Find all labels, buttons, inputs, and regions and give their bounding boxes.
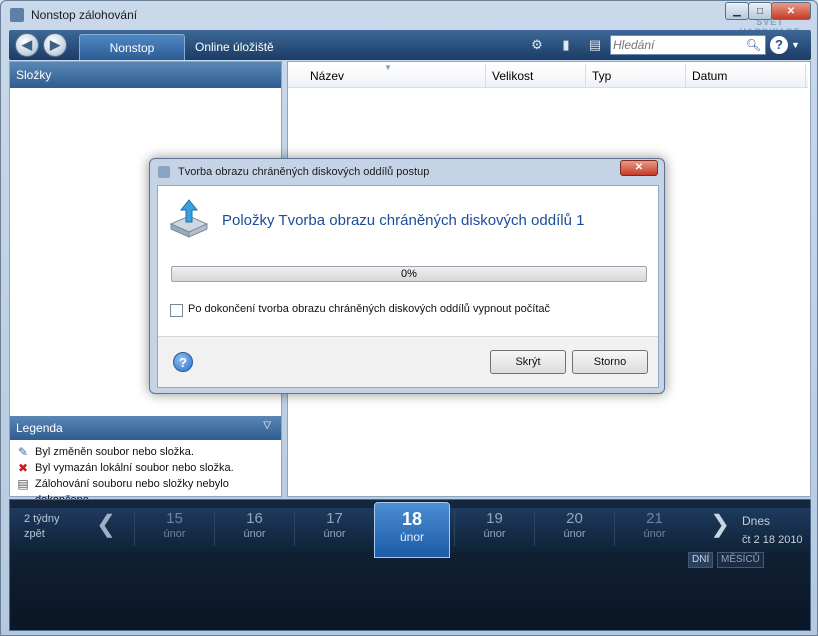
column-type[interactable]: Typ xyxy=(586,64,686,88)
cancel-button[interactable]: Storno xyxy=(572,350,648,374)
search-box[interactable]: 🔍︎ xyxy=(610,35,766,55)
timeline-prev-line1: 2 týdny xyxy=(24,513,60,525)
day-month: únor xyxy=(399,530,425,544)
tab-nonstop-backup[interactable]: Nonstop zálohování xyxy=(79,34,185,81)
timeline-day[interactable]: 15 únor xyxy=(134,510,214,546)
day-number: 21 xyxy=(646,510,663,527)
legend-title: Legenda xyxy=(16,421,63,435)
tools-icon[interactable]: ▤ xyxy=(586,36,604,54)
timeline: 2 týdny zpět ❮ 15 únor 16 únor 17 únor 1… xyxy=(9,499,811,631)
dialog-body: Položky Tvorba obrazu chráněných diskový… xyxy=(157,185,659,388)
progress-bar: 0% xyxy=(171,266,647,282)
legend-item: ▤ Zálohování souboru nebo složky nebylo … xyxy=(10,476,281,506)
timeline-day[interactable]: 21 únor xyxy=(614,510,694,546)
window-title: Nonstop zálohování xyxy=(31,8,138,22)
help-icon[interactable]: ? xyxy=(173,352,193,372)
legend-item: ✎ Byl změněn soubor nebo složka. xyxy=(10,444,281,460)
progress-text: 0% xyxy=(401,268,417,280)
day-month: únor xyxy=(243,528,266,540)
column-name[interactable]: ▼ Název xyxy=(288,63,486,88)
red-x-icon: ✖ xyxy=(17,461,29,475)
dialog-footer: ? Skrýt Storno xyxy=(158,336,658,387)
tab-online-storage[interactable]: Online úložiště xyxy=(191,34,278,60)
dialog-title: Tvorba obrazu chráněných diskových oddíl… xyxy=(178,166,430,178)
timeline-two-weeks-back[interactable]: 2 týdny zpět xyxy=(24,512,59,542)
app-window: Nonstop zálohování SVĚT HARDWARE ▁ □ ✕ ◀… xyxy=(0,0,818,636)
timeline-day[interactable]: 20 únor xyxy=(534,510,614,546)
timeline-today-date: čt 2 18 2010 xyxy=(742,534,803,546)
progress-dialog: Tvorba obrazu chráněných diskových oddíl… xyxy=(149,158,665,394)
help-icon[interactable]: ? xyxy=(770,36,788,54)
dialog-app-icon xyxy=(158,166,170,178)
day-number: 20 xyxy=(566,510,583,527)
chevron-down-icon[interactable]: ▼ xyxy=(791,40,800,50)
folders-header: Složky xyxy=(10,62,281,88)
timeline-today-label[interactable]: Dnes xyxy=(742,514,770,528)
day-month: únor xyxy=(163,528,186,540)
minimize-button[interactable]: ▁ xyxy=(725,2,749,20)
day-month: únor xyxy=(643,528,666,540)
close-button[interactable]: ✕ xyxy=(771,2,811,20)
maximize-button[interactable]: □ xyxy=(748,2,772,20)
arrow-left-icon: ◀ xyxy=(22,37,32,52)
legend-list: ✎ Byl změněn soubor nebo složka. ✖ Byl v… xyxy=(10,444,281,506)
timeline-prev-line2: zpět xyxy=(24,528,45,540)
pencil-icon: ✎ xyxy=(17,445,29,459)
main-toolbar: ◀ ▶ Nonstop zálohování Online úložiště ⚙… xyxy=(9,30,811,81)
file-list-header: ▼ Název Velikost Typ Datum xyxy=(288,63,808,88)
timeline-prev-arrow-icon[interactable]: ❮ xyxy=(96,510,116,539)
legend-header[interactable]: Legenda ▽ xyxy=(10,416,281,440)
back-button[interactable]: ◀ xyxy=(15,33,39,57)
day-number: 16 xyxy=(246,510,263,527)
column-size[interactable]: Velikost xyxy=(486,64,586,88)
legend-item: ✖ Byl vymazán lokální soubor nebo složka… xyxy=(10,460,281,476)
legend-item-label: Byl vymazán lokální soubor nebo složka. xyxy=(35,462,234,474)
search-icon[interactable]: 🔍︎ xyxy=(746,38,761,52)
forward-button[interactable]: ▶ xyxy=(43,33,67,57)
day-number: 15 xyxy=(166,510,183,527)
timeline-day[interactable]: 16 únor xyxy=(214,510,294,546)
column-name-label: Název xyxy=(310,69,345,83)
timeline-day[interactable]: 17 únor xyxy=(294,510,374,546)
hide-button[interactable]: Skrýt xyxy=(490,350,566,374)
backup-drive-icon[interactable]: ▮ xyxy=(557,36,575,54)
app-icon xyxy=(10,8,24,22)
settings-gear-icon[interactable]: ⚙ xyxy=(528,36,546,54)
day-number: 18 xyxy=(401,509,423,529)
shutdown-checkbox-label[interactable]: Po dokončení tvorba obrazu chráněných di… xyxy=(188,303,550,315)
day-number: 19 xyxy=(486,510,503,527)
dialog-heading: Položky Tvorba obrazu chráněných diskový… xyxy=(222,212,585,229)
disk-image-icon xyxy=(169,199,209,238)
title-bar: Nonstop zálohování SVĚT HARDWARE ▁ □ ✕ xyxy=(1,1,817,37)
timeline-next-arrow-icon[interactable]: ❯ xyxy=(710,510,730,539)
timeline-day[interactable]: 19 únor xyxy=(454,510,534,546)
document-icon: ▤ xyxy=(17,477,29,491)
day-month: únor xyxy=(323,528,346,540)
column-date[interactable]: Datum xyxy=(686,64,806,88)
day-month: únor xyxy=(563,528,586,540)
search-input[interactable] xyxy=(613,37,743,53)
view-months-button[interactable]: MĚSÍCŮ xyxy=(717,552,764,568)
timeline-day-selected[interactable]: 18 únor xyxy=(374,502,450,558)
shutdown-checkbox[interactable] xyxy=(170,304,183,317)
day-number: 17 xyxy=(326,510,343,527)
sort-arrow-icon: ▼ xyxy=(384,63,392,72)
dialog-close-button[interactable]: ✕ xyxy=(620,160,658,176)
arrow-right-icon: ▶ xyxy=(50,37,60,52)
view-days-button[interactable]: DNÍ xyxy=(688,552,714,568)
chevron-down-icon[interactable]: ▽ xyxy=(263,420,271,431)
day-month: únor xyxy=(483,528,506,540)
legend-item-label: Byl změněn soubor nebo složka. xyxy=(35,446,194,458)
